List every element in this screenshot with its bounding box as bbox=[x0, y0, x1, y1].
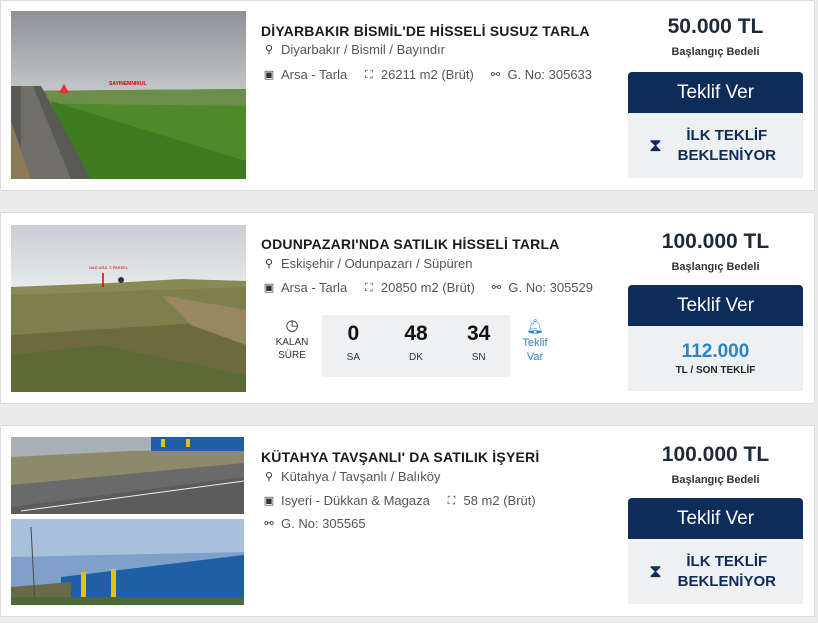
meta-gno: ⚯ G. No: 305633 bbox=[489, 64, 592, 86]
meta-type: ▣ Isyeri - Dükkan & Magaza bbox=[263, 490, 430, 512]
listing-image[interactable] bbox=[11, 437, 246, 605]
status-box: ⧗ İLK TEKLİF BEKLENİYOR bbox=[628, 539, 803, 604]
type-text: Arsa - Tarla bbox=[281, 67, 348, 82]
listing-title[interactable]: KÜTAHYA TAVŞANLI' DA SATILIK İŞYERİ bbox=[261, 449, 539, 465]
minutes-unit: DK bbox=[409, 352, 423, 363]
seconds-value: 34 bbox=[467, 322, 491, 345]
area-icon: ⛶ bbox=[447, 495, 456, 507]
meta-gno: ⚯ G. No: 305565 bbox=[263, 513, 366, 535]
gno-text: G. No: 305633 bbox=[507, 67, 593, 82]
listing-location: ⚲ Diyarbakır / Bismil / Bayındır bbox=[263, 42, 445, 57]
area-text: 20850 m2 (Brüt) bbox=[380, 280, 475, 295]
clock-icon: ◷ bbox=[285, 317, 299, 334]
listing-meta: ▣ Isyeri - Dükkan & Magaza ⛶ 58 m2 (Brüt… bbox=[263, 489, 623, 535]
location-text: Diyarbakır / Bismil / Bayındır bbox=[281, 42, 445, 57]
gno-icon: ⚯ bbox=[490, 69, 501, 81]
meta-area: ⛶ 20850 m2 (Brüt) bbox=[363, 277, 475, 299]
last-bid-value: 112.000 bbox=[681, 341, 750, 362]
listing-meta: ▣ Arsa - Tarla ⛶ 26211 m2 (Brüt) ⚯ G. No… bbox=[263, 63, 623, 86]
status-text: İLK TEKLİF BEKLENİYOR bbox=[677, 126, 776, 164]
listing-image[interactable]: NILE ARA. 3 PARSEL bbox=[11, 225, 246, 392]
last-bid-label: TL / SON TEKLİF bbox=[675, 365, 756, 376]
meta-type: ▣ Arsa - Tarla bbox=[263, 277, 347, 299]
listing-card[interactable]: SAYINEMNIKUL DİYARBAKIR BİSMİL'DE HİSSEL… bbox=[0, 0, 815, 191]
price-label: Başlangıç Bedeli bbox=[671, 474, 760, 486]
bid-indicator-line2: Var bbox=[526, 351, 544, 363]
map-pin-icon: ⚲ bbox=[264, 258, 274, 270]
map-pin-icon: ⚲ bbox=[264, 44, 274, 56]
listing-price: 100.000 TL bbox=[661, 230, 770, 253]
location-text: Eskişehir / Odunpazarı / Süpüren bbox=[281, 256, 473, 271]
listing-location: ⚲ Eskişehir / Odunpazarı / Süpüren bbox=[263, 256, 473, 271]
timer-hours: 0 SA bbox=[322, 315, 385, 377]
area-icon: ⛶ bbox=[365, 69, 373, 81]
gno-text: G. No: 305565 bbox=[281, 516, 366, 531]
listing-image[interactable]: SAYINEMNIKUL bbox=[11, 11, 246, 179]
timer-seconds: 34 SN bbox=[447, 315, 510, 377]
meta-gno: ⚯ G. No: 305529 bbox=[490, 277, 593, 299]
store-icon: ▣ bbox=[263, 282, 275, 294]
bid-indicator[interactable]: 🔔︎ Teklif Var bbox=[517, 319, 553, 364]
image-sign-text: NILE ARA. 3 PARSEL bbox=[89, 265, 129, 270]
type-text: Arsa - Tarla bbox=[281, 280, 348, 295]
meta-area: ⛶ 26211 m2 (Brüt) bbox=[363, 64, 474, 86]
last-bid-box: 112.000 TL / SON TEKLİF bbox=[628, 326, 803, 391]
bid-indicator-line1: Teklif bbox=[522, 337, 548, 349]
bid-button[interactable]: Teklif Ver bbox=[628, 498, 803, 539]
listing-card[interactable]: KÜTAHYA TAVŞANLI' DA SATILIK İŞYERİ ⚲ Kü… bbox=[0, 425, 815, 617]
image-sign-text: SAYINEMNIKUL bbox=[109, 81, 147, 87]
status-box: ⧗ İLK TEKLİF BEKLENİYOR bbox=[628, 113, 803, 178]
timer-minutes: 48 DK bbox=[385, 315, 448, 377]
area-text: 26211 m2 (Brüt) bbox=[380, 67, 474, 82]
status-text: İLK TEKLİF BEKLENİYOR bbox=[677, 552, 776, 590]
map-pin-icon: ⚲ bbox=[264, 471, 274, 483]
location-text: Kütahya / Tavşanlı / Balıköy bbox=[281, 469, 441, 484]
remaining-label-line2: SÜRE bbox=[278, 350, 306, 361]
bid-button[interactable]: Teklif Ver bbox=[628, 285, 803, 326]
listing-title[interactable]: ODUNPAZARI'NDA SATILIK HİSSELİ TARLA bbox=[261, 236, 560, 252]
hours-value: 0 bbox=[347, 322, 360, 345]
countdown-timer: ◷ KALAN SÜRE 0 SA 48 DK 34 SN 🔔︎ Teklif … bbox=[262, 315, 622, 377]
timer-box: 0 SA 48 DK 34 SN bbox=[322, 315, 510, 377]
gno-text: G. No: 305529 bbox=[508, 280, 593, 295]
listing-title[interactable]: DİYARBAKIR BİSMİL'DE HİSSELİ SUSUZ TARLA bbox=[261, 23, 590, 39]
seconds-unit: SN bbox=[471, 352, 486, 363]
listing-meta: ▣ Arsa - Tarla ⛶ 20850 m2 (Brüt) ⚯ G. No… bbox=[263, 276, 623, 299]
gno-icon: ⚯ bbox=[264, 518, 274, 530]
store-icon: ▣ bbox=[263, 495, 275, 507]
store-icon: ▣ bbox=[263, 69, 275, 81]
remaining-time-label: ◷ KALAN SÜRE bbox=[262, 317, 322, 362]
bell-icon: 🔔︎ bbox=[526, 318, 544, 334]
price-label: Başlangıç Bedeli bbox=[671, 261, 760, 273]
listing-price: 50.000 TL bbox=[667, 15, 764, 38]
area-text: 58 m2 (Brüt) bbox=[463, 493, 536, 508]
meta-type: ▣ Arsa - Tarla bbox=[263, 64, 347, 86]
hourglass-icon: ⧗ bbox=[649, 135, 662, 155]
type-text: Isyeri - Dükkan & Magaza bbox=[281, 493, 430, 508]
price-label: Başlangıç Bedeli bbox=[671, 46, 760, 58]
bid-button[interactable]: Teklif Ver bbox=[628, 72, 803, 113]
minutes-value: 48 bbox=[404, 322, 428, 345]
listing-price: 100.000 TL bbox=[661, 443, 770, 466]
meta-area: ⛶ 58 m2 (Brüt) bbox=[445, 490, 536, 512]
remaining-label-line1: KALAN bbox=[275, 337, 309, 348]
listing-location: ⚲ Kütahya / Tavşanlı / Balıköy bbox=[263, 469, 441, 484]
hourglass-icon: ⧗ bbox=[649, 561, 662, 581]
hours-unit: SA bbox=[346, 352, 360, 363]
area-icon: ⛶ bbox=[365, 282, 373, 294]
gno-icon: ⚯ bbox=[491, 282, 502, 294]
